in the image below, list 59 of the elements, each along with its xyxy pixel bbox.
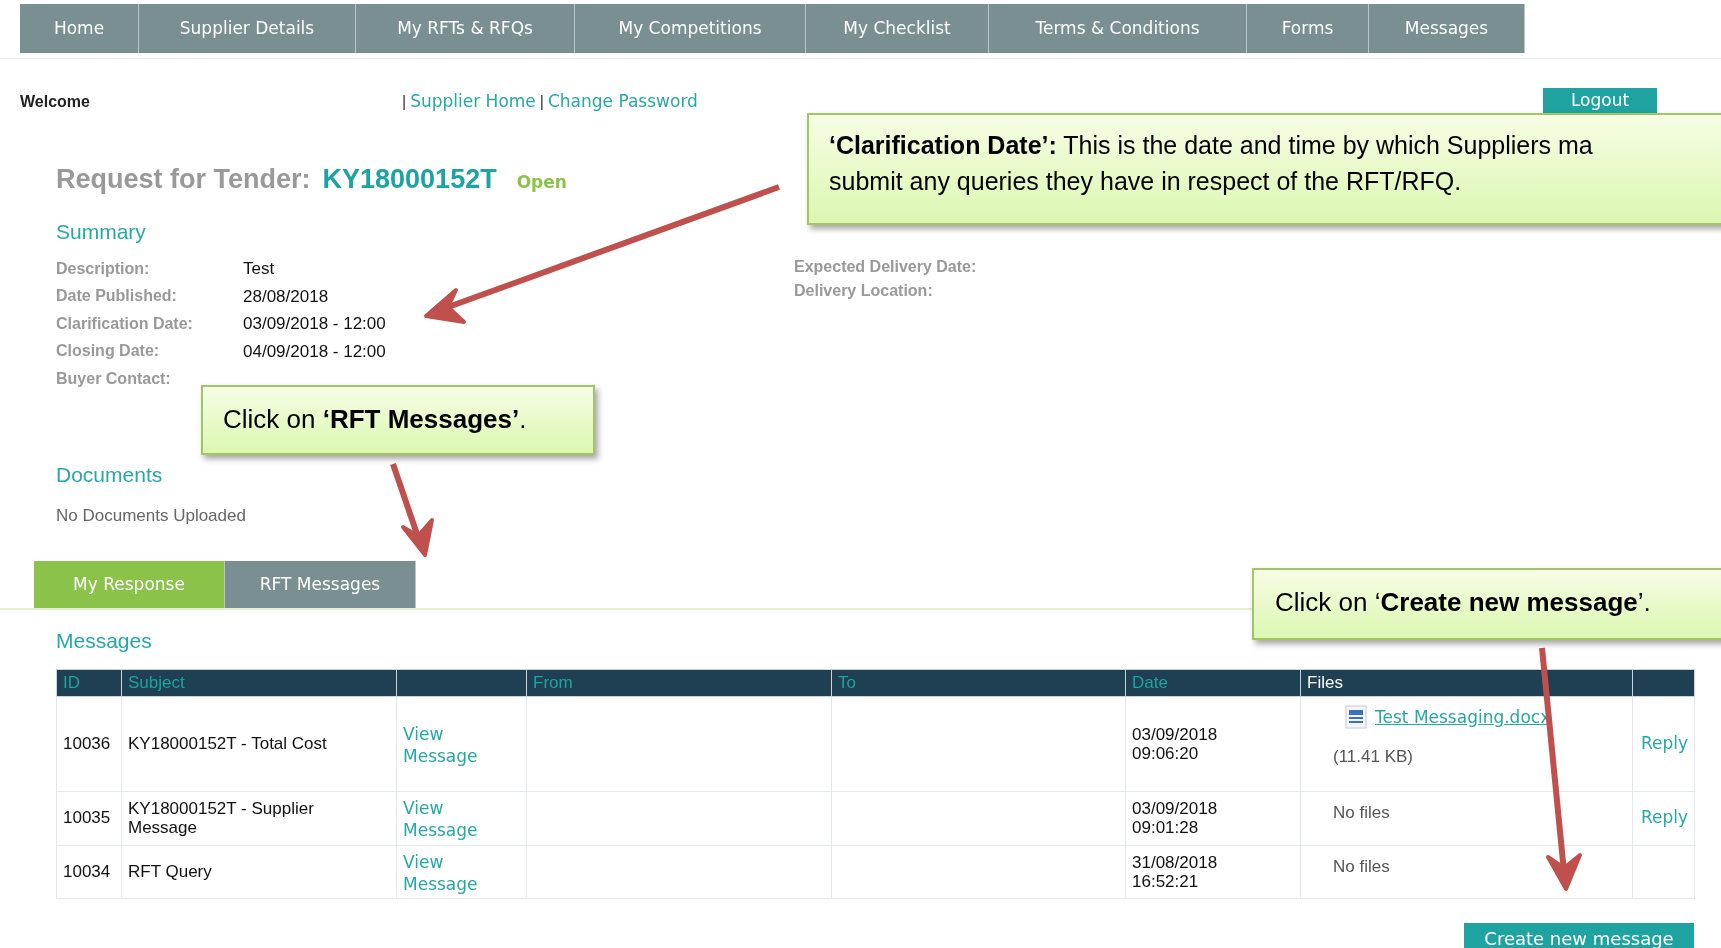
- table-cell-text: 03/09/2018 09:01:28: [1132, 799, 1219, 837]
- nav-tab[interactable]: Messages: [1369, 4, 1525, 53]
- reply-link[interactable]: Reply: [1640, 732, 1688, 753]
- column-header[interactable]: Date: [1132, 673, 1168, 692]
- field-value: Test: [243, 258, 275, 280]
- welcome-text: Welcome: [20, 92, 91, 112]
- table-cell: No files: [1333, 856, 1390, 876]
- nav-tab[interactable]: Forms: [1247, 4, 1369, 53]
- callout-text: Click on ‘RFT Messages’.: [223, 403, 528, 436]
- field-value: 28/08/2018: [243, 285, 329, 308]
- separator-text: |: [539, 92, 544, 112]
- section-heading: Documents: [56, 461, 163, 485]
- field-label: Clarification Date:: [56, 313, 194, 334]
- field-label: Closing Date:: [56, 341, 161, 362]
- table-cell: 10036: [63, 733, 111, 753]
- callout-text: ‘Clarification Date’: This is the date and time by which Suppliers ma: [829, 130, 1594, 161]
- callout-text: Click on ‘Create new message’.: [1275, 586, 1652, 619]
- table-cell: 10034: [63, 861, 111, 881]
- column-header[interactable]: To: [838, 673, 856, 692]
- column-header[interactable]: From: [533, 673, 573, 692]
- nav-tab[interactable]: Home: [20, 4, 139, 53]
- create-message-button[interactable]: Create new message: [1464, 922, 1694, 948]
- table-cell: 10035: [63, 808, 111, 828]
- table-cell-text: RFT Query: [128, 862, 213, 881]
- column-header[interactable]: ID: [63, 673, 80, 692]
- nav-tab[interactable]: Terms & Conditions: [989, 4, 1247, 53]
- table-cell: No files: [1333, 802, 1390, 822]
- nav-tab[interactable]: My Checklist: [806, 4, 989, 53]
- field-value: 04/09/2018 - 12:00: [243, 340, 386, 363]
- status-label: Open: [516, 171, 567, 194]
- header-link[interactable]: Change Password: [547, 89, 698, 115]
- empty-message: No Documents Uploaded: [56, 505, 246, 525]
- document-icon: [1343, 705, 1369, 730]
- field-label: Date Published:: [56, 286, 178, 307]
- field-label: Buyer Contact:: [56, 368, 172, 389]
- section-heading: Messages: [56, 628, 152, 651]
- callout-text: submit any queries they have in respect of the RFT/RFQ.: [829, 166, 1463, 197]
- logout-button[interactable]: Logout: [1543, 88, 1657, 114]
- nav-tab[interactable]: My RFTs & RFQs: [356, 4, 575, 53]
- table-cell-text: 03/09/2018 09:06:20: [1132, 724, 1219, 763]
- field-label: Delivery Location:: [794, 281, 933, 301]
- file-size: (11.41 KB): [1333, 746, 1414, 768]
- tab[interactable]: My Response: [34, 561, 225, 608]
- header-link[interactable]: Supplier Home: [410, 89, 536, 115]
- table-cell-text: KY18000152T - Supplier Message: [128, 799, 315, 837]
- nav-tab[interactable]: Supplier Details: [139, 4, 356, 53]
- table-cell-text: KY18000152T - Total Cost: [128, 734, 328, 753]
- section-heading: Summary: [56, 220, 146, 244]
- page-title: Request for Tender:: [56, 163, 311, 196]
- nav-tab[interactable]: My Competitions: [575, 4, 806, 53]
- field-value: 03/09/2018 - 12:00: [243, 313, 386, 335]
- column-header: Files: [1307, 673, 1343, 692]
- tab[interactable]: RFT Messages: [225, 561, 416, 608]
- field-label: Description:: [56, 258, 151, 279]
- tender-reference: KY18000152T: [322, 163, 497, 196]
- field-label: Expected Delivery Date:: [794, 257, 977, 277]
- column-header[interactable]: Subject: [128, 673, 185, 692]
- table-cell-text: 31/08/2018 16:52:21: [1132, 852, 1219, 891]
- separator-text: |: [402, 92, 407, 112]
